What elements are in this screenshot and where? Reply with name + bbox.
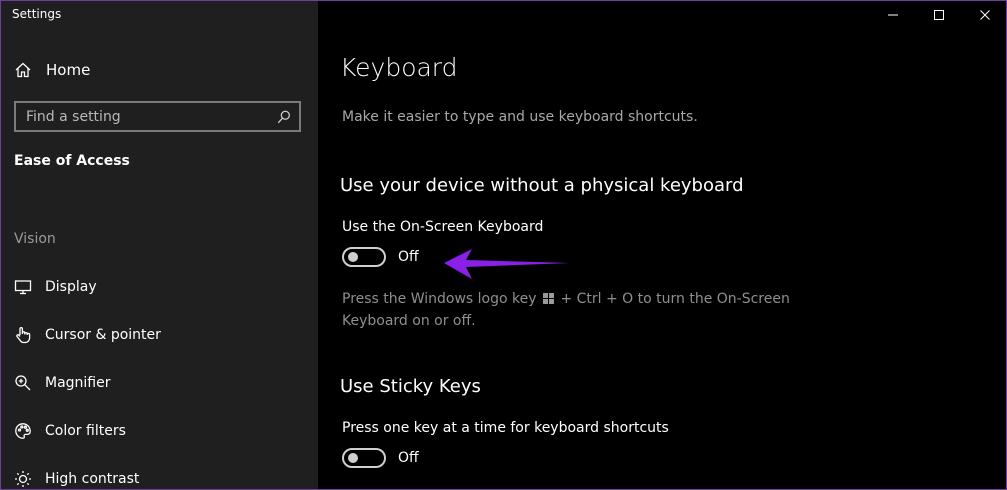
search-icon[interactable]	[274, 107, 294, 127]
sun-icon	[14, 470, 32, 488]
annotation-arrow-icon	[444, 249, 570, 279]
window-controls	[870, 1, 1006, 29]
minimize-icon[interactable]	[870, 1, 916, 29]
sidebar-item-label: Magnifier	[45, 375, 111, 391]
close-icon[interactable]	[962, 1, 1006, 29]
sidebar-item-high-contrast[interactable]: High contrast	[14, 467, 140, 489]
toggle-state-label: Off	[398, 450, 419, 466]
sidebar-home[interactable]: Home	[14, 59, 90, 81]
app-title: Settings	[12, 7, 62, 21]
windows-logo-icon	[542, 290, 554, 311]
page-title: Keyboard	[340, 53, 458, 82]
sidebar-item-label: Display	[45, 279, 97, 295]
sidebar-item-magnifier[interactable]: Magnifier	[14, 371, 111, 395]
search-input[interactable]	[16, 103, 271, 130]
maximize-icon[interactable]	[916, 1, 962, 29]
sidebar-item-display[interactable]: Display	[14, 275, 97, 299]
setting-label-sticky-keys: Press one key at a time for keyboard sho…	[342, 420, 669, 436]
page-description: Make it easier to type and use keyboard …	[342, 109, 698, 125]
settings-window: Settings Home Ease of Access Vision	[0, 0, 1007, 490]
toggle-row-sticky-keys: Off	[342, 448, 419, 468]
home-icon	[14, 61, 32, 79]
on-screen-keyboard-toggle[interactable]	[342, 247, 386, 267]
sidebar-section-title: Ease of Access	[14, 153, 130, 169]
sidebar-item-label: Cursor & pointer	[45, 327, 161, 343]
sidebar-group-label: Vision	[14, 231, 56, 247]
magnifier-icon	[14, 374, 32, 392]
sidebar-item-color-filters[interactable]: Color filters	[14, 419, 126, 443]
toggle-knob	[348, 252, 358, 262]
sidebar-item-label: High contrast	[45, 471, 140, 487]
sidebar-item-label: Color filters	[45, 423, 126, 439]
section-heading-on-screen-keyboard: Use your device without a physical keybo…	[340, 175, 744, 196]
section-heading-sticky-keys: Use Sticky Keys	[340, 376, 481, 397]
sidebar: Settings Home Ease of Access Vision	[1, 1, 318, 489]
pointer-hand-icon	[14, 326, 32, 344]
help-text-part: Press the Windows logo key	[342, 291, 537, 307]
setting-label-on-screen-keyboard: Use the On-Screen Keyboard	[342, 219, 544, 235]
sidebar-home-label: Home	[46, 61, 91, 79]
sidebar-item-cursor-pointer[interactable]: Cursor & pointer	[14, 323, 161, 347]
on-screen-keyboard-help-text: Press the Windows logo key + Ctrl + O to…	[342, 289, 802, 332]
main-content: Keyboard Make it easier to type and use …	[318, 1, 1006, 489]
toggle-knob	[348, 453, 358, 463]
toggle-row-on-screen-keyboard: Off	[342, 247, 419, 267]
monitor-icon	[14, 278, 32, 296]
search-box[interactable]	[14, 101, 301, 132]
palette-icon	[14, 422, 32, 440]
toggle-state-label: Off	[398, 249, 419, 265]
sticky-keys-toggle[interactable]	[342, 448, 386, 468]
